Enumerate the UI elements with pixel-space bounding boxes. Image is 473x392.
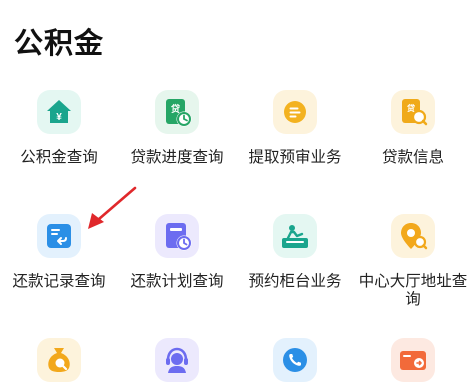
page-title: 公积金 xyxy=(14,26,105,60)
grid-item-label: 贷款进度查询 xyxy=(130,148,224,166)
phone-icon xyxy=(283,348,307,372)
svg-text:贷: 贷 xyxy=(407,103,415,113)
loan-info-tile: 贷 xyxy=(391,90,435,134)
repayment-record-tile xyxy=(37,214,81,258)
grid-item-label: 提取预审业务 xyxy=(248,148,342,166)
loan-info-search-icon: 贷 xyxy=(402,99,428,126)
hall-address-tile xyxy=(391,214,435,258)
grid-item-label: 预约柜台业务 xyxy=(248,272,342,290)
house-yuan-icon: ¥ xyxy=(47,100,71,123)
document-circle-icon xyxy=(284,101,306,123)
loan-progress-clock-icon: 贷 xyxy=(166,99,192,127)
grid-item-label: 还款记录查询 xyxy=(12,272,106,290)
loan-progress-tile: 贷 xyxy=(155,90,199,134)
row3-3-tile xyxy=(273,338,317,382)
grid-item-label: 中心大厅地址查询 xyxy=(358,272,468,308)
svg-text:¥: ¥ xyxy=(56,112,62,123)
customer-service-icon xyxy=(166,347,188,373)
money-bag-search-icon xyxy=(48,348,70,372)
counter-appointment-tile xyxy=(273,214,317,258)
svg-text:贷: 贷 xyxy=(171,103,180,115)
row3-1-tile xyxy=(37,338,81,382)
fund-query-tile: ¥ xyxy=(37,90,81,134)
withdrawal-prereview-tile xyxy=(273,90,317,134)
grid-item-label: 还款计划查询 xyxy=(130,272,224,290)
row3-4-tile xyxy=(391,338,435,382)
counter-appointment-icon xyxy=(282,225,308,248)
repayment-plan-icon xyxy=(166,223,192,251)
repayment-record-icon xyxy=(47,224,71,248)
row3-2-tile xyxy=(155,338,199,382)
location-search-icon xyxy=(401,223,428,250)
repayment-plan-tile xyxy=(155,214,199,258)
grid-item-label: 公积金查询 xyxy=(20,148,98,166)
grid-item-label: 贷款信息 xyxy=(381,148,444,166)
card-arrow-icon xyxy=(400,351,426,370)
